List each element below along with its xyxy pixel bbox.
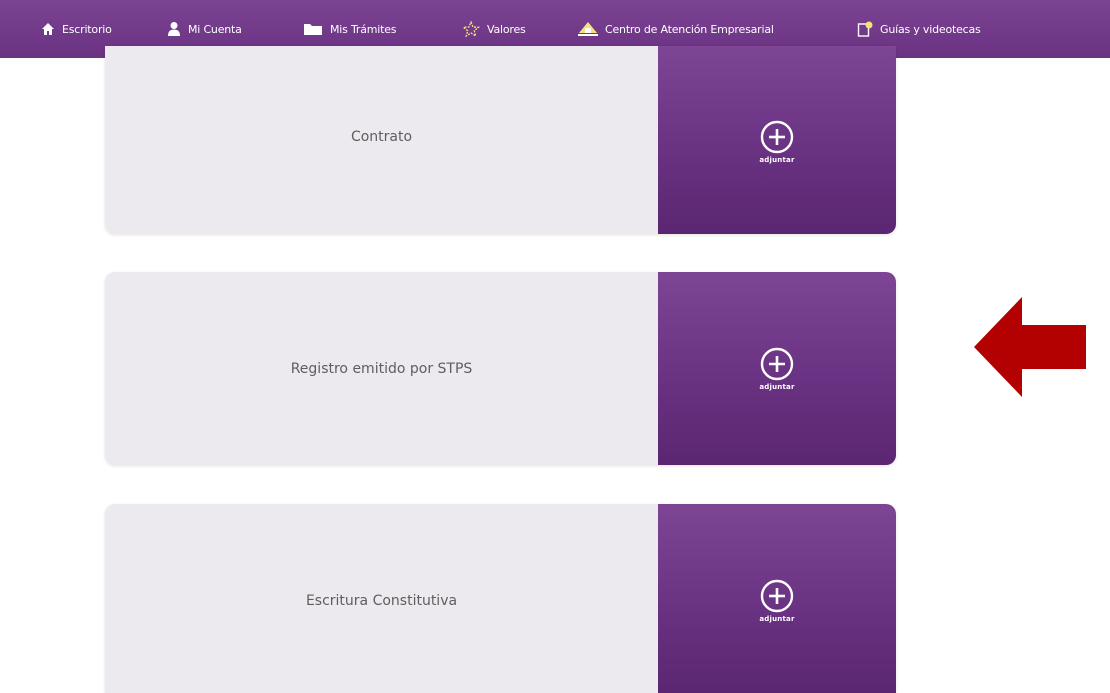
nav-item-label: Escritorio (62, 22, 112, 36)
user-icon (166, 21, 182, 37)
document-label-area: Escritura Constitutiva (105, 504, 658, 693)
folder-icon (302, 21, 324, 37)
attach-button[interactable]: adjuntar (658, 46, 896, 234)
plus-circle-icon (760, 579, 794, 612)
document-label: Registro emitido por STPS (290, 360, 473, 377)
guide-icon (856, 21, 874, 37)
nav-item-label: Mi Cuenta (188, 22, 242, 36)
document-label-area: Contrato (105, 46, 658, 234)
nav-item-label: Mis Trámites (330, 22, 397, 36)
document-card-escritura: Escritura Constitutiva adjuntar (105, 504, 896, 693)
red-arrow-shape (974, 297, 1086, 397)
plus-circle-icon (760, 347, 794, 380)
attach-label: adjuntar (759, 156, 795, 164)
nav-item-label: Guías y videotecas (880, 22, 981, 36)
building-icon (577, 21, 599, 37)
document-label: Escritura Constitutiva (305, 592, 458, 609)
plus-circle-icon (760, 120, 794, 154)
document-card-registro-stps: Registro emitido por STPS adjuntar (105, 272, 896, 465)
nav-item-label: Centro de Atención Empresarial (605, 22, 774, 36)
document-label: Contrato (350, 129, 413, 145)
red-arrow-icon (974, 297, 1086, 397)
home-icon (40, 21, 56, 37)
attach-button[interactable]: adjuntar (658, 272, 896, 465)
document-card-contrato: Contrato adjuntar (105, 46, 896, 234)
document-label-area: Registro emitido por STPS (105, 272, 658, 465)
attach-label: adjuntar (759, 614, 795, 623)
attach-button[interactable]: adjuntar (658, 504, 896, 693)
nav-item-escritorio[interactable]: Escritorio (40, 0, 112, 58)
star-icon (461, 21, 481, 37)
attach-label: adjuntar (759, 382, 795, 391)
nav-item-label: Valores (487, 22, 526, 36)
